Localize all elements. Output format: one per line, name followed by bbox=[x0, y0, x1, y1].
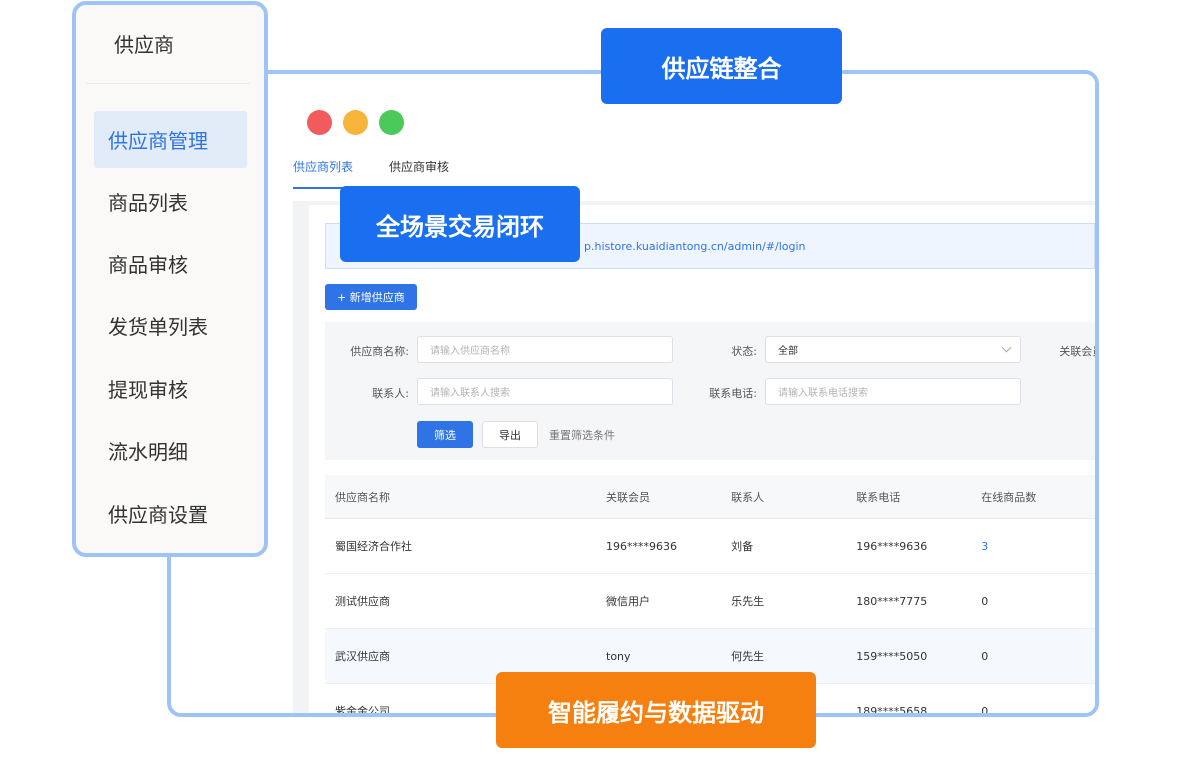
cell-contact: 乐先生 bbox=[731, 595, 765, 608]
closed-loop-tag: 全场景交易闭环 bbox=[340, 186, 580, 262]
sidebar-item-flow-detail[interactable]: 流水明细 bbox=[94, 422, 247, 479]
col-member: 关联会员 bbox=[606, 490, 651, 504]
col-phone: 联系电话 bbox=[856, 490, 901, 504]
supply-chain-tag: 供应链整合 bbox=[601, 28, 842, 104]
supplier-name-label: 供应商名称: bbox=[350, 345, 409, 358]
filter-button[interactable]: 筛选 bbox=[417, 421, 473, 448]
col-contact: 联系人 bbox=[731, 490, 765, 504]
sidebar-item-supplier-settings[interactable]: 供应商设置 bbox=[94, 485, 247, 542]
window-controls bbox=[307, 110, 404, 135]
table-row[interactable]: 蜀国经济合作社 196****9636 刘备 196****9636 3 bbox=[325, 519, 1095, 574]
sidebar-divider bbox=[86, 83, 250, 84]
cell-supplier-name: 测试供应商 bbox=[335, 595, 390, 608]
cell-supplier-name: 蜀国经济合作社 bbox=[335, 540, 412, 553]
status-select[interactable]: 全部 bbox=[765, 336, 1021, 363]
member-label: 关联会员: bbox=[1059, 345, 1095, 358]
notice-url[interactable]: p.histore.kuaidiantong.cn/admin/#/login bbox=[584, 240, 806, 253]
table-header: 供应商名称 关联会员 联系人 联系电话 在线商品数 bbox=[325, 475, 1095, 519]
sidebar-item-shipping-list[interactable]: 发货单列表 bbox=[94, 297, 247, 354]
cell-contact: 何先生 bbox=[731, 650, 765, 663]
cell-contact: 刘备 bbox=[731, 540, 754, 553]
supplier-card: i p.histore.kuaidiantong.cn/admin/#/logi… bbox=[309, 205, 1095, 713]
phone-input[interactable]: 请输入联系电话搜索 bbox=[765, 378, 1021, 405]
sidebar-item-goods-list[interactable]: 商品列表 bbox=[94, 173, 247, 230]
supplier-name-input[interactable]: 请输入供应商名称 bbox=[417, 336, 673, 363]
col-supplier-name: 供应商名称 bbox=[335, 490, 390, 504]
cell-online-goods: 0 bbox=[981, 704, 989, 717]
maximize-window-button[interactable] bbox=[379, 110, 404, 135]
reset-filter-link[interactable]: 重置筛选条件 bbox=[549, 427, 615, 443]
status-value: 全部 bbox=[778, 346, 798, 357]
close-window-button[interactable] bbox=[307, 110, 332, 135]
tab-bar: 供应商列表 供应商审核 bbox=[293, 158, 449, 189]
cell-supplier-name: 武汉供应商 bbox=[335, 650, 390, 663]
tab-supplier-review[interactable]: 供应商审核 bbox=[389, 158, 449, 189]
cell-phone: 180****7775 bbox=[856, 594, 928, 608]
cell-member: 196****9636 bbox=[606, 539, 678, 553]
admin-window: 供应商列表 供应商审核 i p.histore.kuaidiantong.cn/… bbox=[167, 70, 1099, 717]
window-content: 供应商列表 供应商审核 i p.histore.kuaidiantong.cn/… bbox=[277, 74, 1095, 713]
cell-member: 微信用户 bbox=[606, 595, 651, 608]
cell-online-goods: 0 bbox=[981, 594, 989, 608]
contact-label: 联系人: bbox=[372, 387, 409, 400]
sidebar-title: 供应商 bbox=[114, 33, 174, 57]
chevron-down-icon bbox=[1001, 342, 1012, 353]
filter-panel: 供应商名称: 请输入供应商名称 状态: 全部 关联会员: 联系人: 请输入联系人… bbox=[325, 322, 1095, 460]
sidebar-item-withdraw-review[interactable]: 提现审核 bbox=[94, 360, 247, 417]
tab-supplier-list[interactable]: 供应商列表 bbox=[293, 158, 354, 189]
cell-phone: 196****9636 bbox=[856, 539, 928, 553]
add-supplier-button[interactable]: + 新增供应商 bbox=[325, 284, 417, 310]
minimize-window-button[interactable] bbox=[343, 110, 368, 135]
cell-online-goods-link[interactable]: 3 bbox=[981, 540, 1095, 553]
phone-label: 联系电话: bbox=[709, 387, 757, 400]
content-area: i p.histore.kuaidiantong.cn/admin/#/logi… bbox=[293, 201, 1095, 713]
export-button[interactable]: 导出 bbox=[482, 421, 538, 448]
col-online-goods: 在线商品数 bbox=[981, 490, 1037, 504]
contact-input[interactable]: 请输入联系人搜索 bbox=[417, 378, 673, 405]
cell-phone: 189****5658 bbox=[856, 704, 928, 717]
sidebar-item-goods-review[interactable]: 商品审核 bbox=[94, 235, 247, 292]
cell-online-goods: 0 bbox=[981, 649, 989, 663]
cell-member: tony bbox=[606, 649, 631, 663]
sidebar: 供应商 供应商管理 商品列表 商品审核 发货单列表 提现审核 流水明细 供应商设… bbox=[72, 1, 268, 557]
status-label: 状态: bbox=[731, 345, 757, 358]
fulfillment-tag: 智能履约与数据驱动 bbox=[496, 672, 816, 748]
cell-phone: 159****5050 bbox=[856, 649, 928, 663]
sidebar-item-supplier-management[interactable]: 供应商管理 bbox=[94, 111, 247, 168]
table-row[interactable]: 测试供应商 微信用户 乐先生 180****7775 0 bbox=[325, 574, 1095, 629]
